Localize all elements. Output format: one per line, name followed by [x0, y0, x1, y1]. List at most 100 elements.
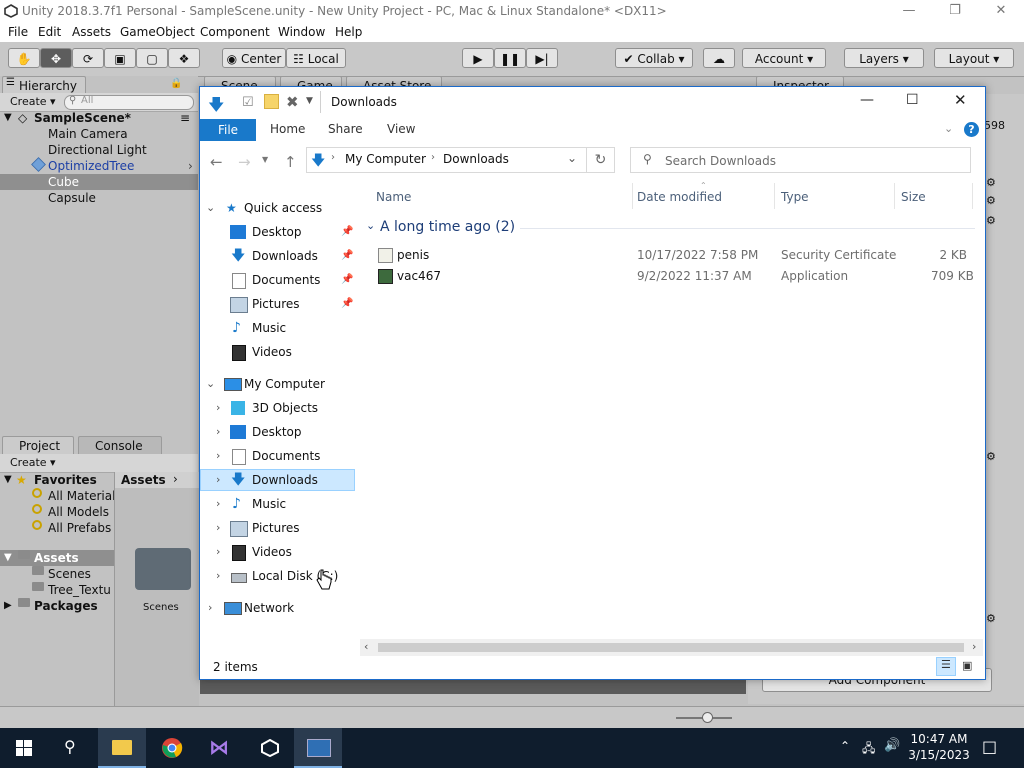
layout-dropdown[interactable]: Layout ▾ — [934, 48, 1014, 68]
nav-quick-access[interactable]: ⌄ ★ Quick access — [200, 197, 355, 219]
project-create-button[interactable]: Create ▾ — [10, 456, 56, 469]
explorer-close-button[interactable]: ✕ — [954, 91, 967, 109]
hierarchy-item[interactable]: OptimizedTree › — [0, 157, 198, 174]
chevron-right-icon[interactable]: › — [216, 469, 220, 491]
chevron-right-icon[interactable]: › — [188, 158, 193, 174]
scroll-right-icon[interactable]: › — [972, 640, 976, 653]
expand-ribbon-icon[interactable]: ⌄ — [944, 122, 953, 135]
chevron-right-icon[interactable]: › — [216, 493, 220, 515]
nav-network[interactable]: › Network — [200, 597, 355, 619]
lock-icon[interactable]: 🔒 — [170, 78, 182, 89]
gear-icon[interactable]: ⚙ — [986, 214, 996, 227]
chevron-right-icon[interactable]: › — [208, 597, 212, 619]
column-divider[interactable] — [632, 183, 633, 209]
nav-item-downloads-selected[interactable]: › 🡇 Downloads — [200, 469, 355, 491]
file-group-header[interactable]: ⌄ A long time ago (2) — [366, 217, 976, 239]
menu-component[interactable]: Component — [200, 25, 270, 39]
pivot-local-button[interactable]: ☷ Local — [286, 48, 346, 68]
hierarchy-item[interactable]: Main Camera — [0, 126, 198, 142]
minimize-button[interactable]: — — [886, 0, 932, 22]
account-dropdown[interactable]: Account ▾ — [742, 48, 826, 68]
chevron-down-icon[interactable]: ⌄ — [206, 373, 215, 395]
nav-item-videos[interactable]: › Videos — [200, 541, 355, 563]
nav-my-computer[interactable]: ⌄ My Computer — [200, 373, 355, 395]
scroll-left-icon[interactable]: ‹ — [364, 640, 368, 653]
nav-item-documents[interactable]: Documents 📌 — [200, 269, 355, 291]
hierarchy-create-button[interactable]: Create ▾ — [10, 95, 56, 108]
nav-item-music[interactable]: › ♪ Music — [200, 493, 355, 515]
column-header-name[interactable]: Name — [376, 190, 411, 204]
recent-dropdown-icon[interactable]: ▼ — [262, 155, 268, 164]
address-segment-downloads[interactable]: Downloads — [443, 152, 509, 166]
assets-item[interactable]: Tree_Textu — [0, 582, 114, 598]
customize-dropdown-icon[interactable]: ▼ — [306, 96, 313, 106]
nav-item-pictures[interactable]: › Pictures — [200, 517, 355, 539]
scene-menu-icon[interactable]: ≡ — [180, 110, 190, 126]
chevron-right-icon[interactable]: › — [216, 421, 220, 443]
ribbon-tab-home[interactable]: Home — [270, 122, 305, 136]
chevron-right-icon[interactable]: › — [216, 565, 220, 587]
layers-dropdown[interactable]: Layers ▾ — [844, 48, 924, 68]
taskbar-unity[interactable] — [246, 728, 294, 768]
ribbon-tab-file[interactable]: File — [200, 119, 256, 141]
large-icons-view-button[interactable]: ▣ — [962, 659, 972, 672]
search-box[interactable]: ⚲ — [630, 147, 971, 173]
menu-assets[interactable]: Assets — [72, 25, 111, 39]
hierarchy-item[interactable]: Directional Light — [0, 142, 198, 158]
notification-icon[interactable]: □ — [982, 737, 997, 756]
rect-tool-button[interactable]: ▢ — [136, 48, 168, 68]
search-button[interactable]: ⚲ — [48, 728, 96, 768]
collab-dropdown[interactable]: ✔ Collab ▾ — [615, 48, 693, 68]
cloud-button[interactable]: ☁ — [703, 48, 735, 68]
search-input[interactable] — [663, 151, 957, 171]
nav-item-documents[interactable]: › Documents — [200, 445, 355, 467]
pause-button[interactable]: ❚❚ — [494, 48, 526, 68]
favorite-item[interactable]: All Models — [0, 504, 114, 520]
hierarchy-search-input[interactable]: ⚲ All — [64, 95, 194, 110]
step-button[interactable]: ▶| — [526, 48, 558, 68]
nav-item-music[interactable]: ♪ Music — [200, 317, 355, 339]
up-arrow-icon[interactable]: ↑ — [284, 153, 297, 171]
pin-icon[interactable]: 📌 — [341, 245, 353, 267]
menu-window[interactable]: Window — [278, 25, 325, 39]
ribbon-tab-share[interactable]: Share — [328, 122, 363, 136]
menu-edit[interactable]: Edit — [38, 25, 61, 39]
hierarchy-item[interactable]: Capsule — [0, 190, 198, 206]
chevron-down-icon[interactable]: ⌄ — [206, 197, 215, 219]
zoom-slider-thumb[interactable] — [702, 712, 713, 723]
address-bar[interactable]: 🡇 › My Computer › Downloads ⌄ — [306, 147, 587, 173]
play-button[interactable]: ▶ — [462, 48, 494, 68]
column-divider[interactable] — [774, 183, 775, 209]
assets-header[interactable]: ▼ Assets — [0, 550, 114, 566]
scenes-folder-icon[interactable] — [135, 548, 191, 590]
rotate-tool-button[interactable]: ⟳ — [72, 48, 104, 68]
pin-icon[interactable]: 📌 — [341, 221, 353, 243]
maximize-button[interactable]: ❐ — [932, 0, 978, 22]
volume-icon[interactable]: 🔊 — [884, 738, 900, 753]
chevron-right-icon[interactable]: › — [216, 445, 220, 467]
explorer-maximize-button[interactable]: ☐ — [906, 92, 919, 108]
table-row[interactable]: penis 10/17/2022 7:58 PM Security Certif… — [372, 245, 972, 265]
favorite-item[interactable]: All Materials — [0, 488, 122, 504]
gear-icon[interactable]: ⚙ — [986, 450, 996, 463]
column-header-date[interactable]: Date modified — [637, 190, 722, 204]
delete-icon[interactable]: ✖ — [286, 93, 299, 111]
start-button[interactable] — [0, 728, 48, 768]
help-icon[interactable]: ? — [964, 122, 979, 137]
properties-icon[interactable]: ☑ — [242, 95, 254, 110]
packages-header[interactable]: ▶ Packages — [0, 598, 114, 614]
move-tool-button[interactable]: ✥ — [40, 48, 72, 68]
column-divider[interactable] — [972, 183, 973, 209]
refresh-button[interactable]: ↻ — [587, 147, 615, 173]
assets-item[interactable]: Scenes — [0, 566, 114, 582]
taskbar-remote-app[interactable] — [294, 728, 342, 768]
forward-arrow-icon[interactable]: → — [238, 153, 251, 171]
nav-item-3d-objects[interactable]: › 3D Objects — [200, 397, 355, 419]
nav-item-downloads[interactable]: 🡇 Downloads 📌 — [200, 245, 355, 267]
chevron-right-icon[interactable]: › — [216, 397, 220, 419]
hierarchy-item[interactable]: Cube — [0, 174, 198, 190]
address-dropdown-icon[interactable]: ⌄ — [567, 151, 577, 165]
taskbar-clock[interactable]: 10:47 AM 3/15/2023 — [906, 731, 972, 763]
scrollbar-thumb[interactable] — [378, 643, 964, 652]
taskbar-file-explorer[interactable] — [98, 728, 146, 768]
